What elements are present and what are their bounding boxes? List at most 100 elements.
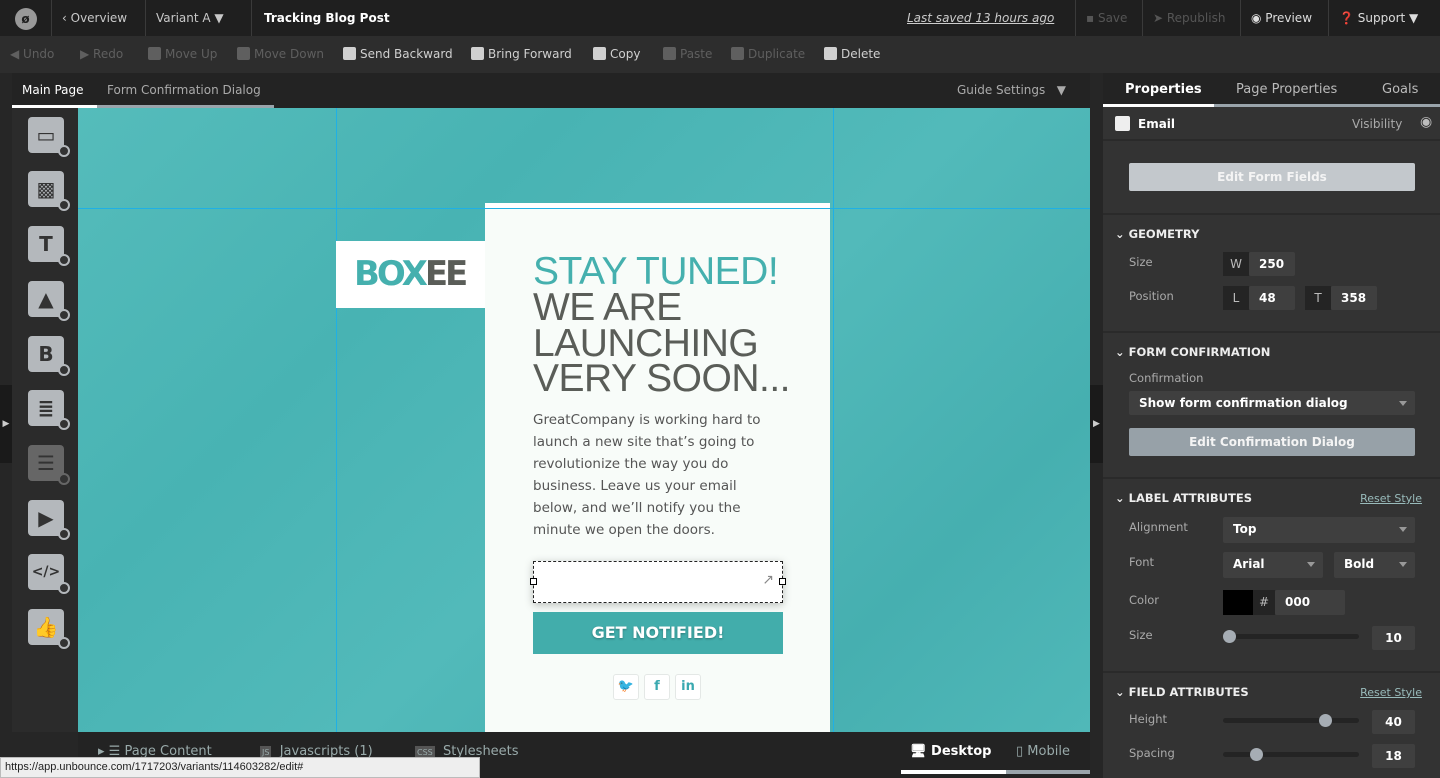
tab-main-page[interactable]: Main Page	[12, 73, 94, 108]
copy-button[interactable]: Copy	[593, 36, 640, 73]
delete-button[interactable]: Delete	[824, 36, 880, 73]
resize-handle[interactable]	[779, 578, 786, 585]
headline-line[interactable]: VERY SOON...	[533, 359, 790, 398]
field-spacing-slider[interactable]	[1223, 748, 1359, 761]
body-text[interactable]: GreatCompany is working hard to launch a…	[533, 409, 783, 541]
slider-knob[interactable]	[1250, 748, 1263, 761]
resize-handle[interactable]	[530, 578, 537, 585]
size-label: Size	[1129, 255, 1153, 269]
slider-knob[interactable]	[1223, 630, 1236, 643]
headline-line[interactable]: WE ARE	[533, 288, 682, 327]
confirmation-select[interactable]: Show form confirmation dialog	[1129, 391, 1415, 415]
field-attributes-header[interactable]: ⌄ FIELD ATTRIBUTES	[1115, 685, 1249, 699]
preview-button[interactable]: ◉ Preview	[1241, 0, 1329, 36]
paste-button[interactable]: Paste	[663, 36, 712, 73]
page-canvas[interactable]: BOXEE STAY TUNED! WE ARE LAUNCHING VERY …	[78, 108, 1090, 732]
duplicate-button[interactable]: Duplicate	[731, 36, 805, 73]
top-input[interactable]: 358	[1331, 286, 1377, 310]
position-label: Position	[1129, 289, 1174, 303]
font-weight-select[interactable]: Bold	[1334, 552, 1415, 578]
undo-button[interactable]: ◀ Undo	[10, 36, 54, 73]
alignment-select[interactable]: Top	[1223, 517, 1415, 543]
field-height-slider[interactable]	[1223, 714, 1359, 727]
overview-link[interactable]: ‹ Overview	[52, 0, 146, 36]
caret-down-icon	[1399, 527, 1407, 536]
republish-button[interactable]: ➤ Republish	[1143, 0, 1241, 36]
color-input[interactable]: 000	[1275, 590, 1345, 615]
width-input[interactable]: 250	[1249, 252, 1295, 276]
tab-page-properties[interactable]: Page Properties	[1236, 73, 1337, 107]
button-tool[interactable]: B	[28, 336, 70, 376]
reset-style-link[interactable]: Reset Style	[1360, 686, 1422, 699]
edit-confirmation-dialog-button[interactable]: Edit Confirmation Dialog	[1129, 428, 1415, 456]
mobile-view-tab[interactable]: ▯ Mobile	[1016, 744, 1070, 759]
left-panel-toggle[interactable]: ▶	[0, 385, 12, 463]
send-backward-button[interactable]: Send Backward	[343, 36, 453, 73]
get-notified-button[interactable]: GET NOTIFIED!	[533, 612, 783, 654]
tab-properties[interactable]: Properties	[1125, 73, 1202, 107]
field-spacing-input[interactable]: 18	[1372, 744, 1415, 768]
form-tool[interactable]: ≣	[28, 390, 70, 430]
redo-button[interactable]: ▶ Redo	[80, 36, 123, 73]
label-attributes-header[interactable]: ⌄ LABEL ATTRIBUTES	[1115, 491, 1252, 505]
label-size-input[interactable]: 10	[1372, 626, 1415, 650]
trash-icon	[824, 47, 837, 60]
desktop-icon: 🖥	[910, 744, 932, 759]
support-dropdown[interactable]: ❓ Support ▼	[1329, 0, 1428, 36]
font-select[interactable]: Arial	[1223, 552, 1323, 578]
field-height-input[interactable]: 40	[1372, 710, 1415, 734]
boxee-logo[interactable]: BOXEE	[336, 241, 485, 308]
unbounce-logo[interactable]: ø	[0, 0, 52, 36]
spacing-label: Spacing	[1129, 746, 1175, 760]
tab-indicator	[1214, 104, 1440, 107]
page-name: Tracking Blog Post	[264, 11, 390, 25]
variant-dropdown[interactable]: Variant A ▼	[146, 0, 252, 36]
twitter-icon[interactable]: 🐦	[613, 674, 639, 700]
bring-forward-button[interactable]: Bring Forward	[471, 36, 572, 73]
slider-knob[interactable]	[1319, 714, 1332, 727]
copy-icon	[593, 47, 606, 60]
edit-form-fields-button[interactable]: Edit Form Fields	[1129, 163, 1415, 191]
tab-goals[interactable]: Goals	[1382, 73, 1418, 107]
alignment-label: Alignment	[1129, 520, 1188, 534]
email-field-selected[interactable]: ↗	[530, 561, 786, 603]
linkedin-icon[interactable]: in	[675, 674, 701, 700]
view-indicator	[1006, 770, 1090, 774]
caret-down-icon	[1399, 562, 1407, 571]
confirmation-label: Confirmation	[1129, 371, 1204, 385]
box-tool[interactable]: ▩	[28, 171, 70, 211]
text-tool[interactable]: T	[28, 226, 70, 266]
form-confirmation-header[interactable]: ⌄ FORM CONFIRMATION	[1115, 345, 1270, 359]
guide-line[interactable]	[78, 208, 1090, 209]
eye-icon[interactable]: ◉	[1420, 114, 1432, 130]
move-down-button[interactable]: Move Down	[237, 36, 324, 73]
tab-form-confirmation-dialog[interactable]: Form Confirmation Dialog	[97, 73, 271, 108]
right-panel-toggle[interactable]: ▶	[1090, 385, 1103, 463]
reset-style-link[interactable]: Reset Style	[1360, 492, 1422, 505]
guide-settings-dropdown[interactable]: Guide Settings ▼	[947, 73, 1076, 108]
last-saved-link[interactable]: Last saved 13 hours ago	[897, 0, 1064, 36]
label-size-slider[interactable]	[1223, 630, 1359, 643]
custom-html-tool[interactable]: ☰	[28, 445, 70, 485]
headline-teal[interactable]: STAY TUNED!	[533, 252, 779, 291]
guide-line[interactable]	[336, 108, 337, 732]
geometry-section: ⌄ GEOMETRY Size W 250 Position L 48 T 35…	[1103, 213, 1440, 331]
color-label: Color	[1129, 593, 1160, 607]
color-swatch[interactable]	[1223, 590, 1253, 615]
size-label: Size	[1129, 628, 1153, 642]
desktop-view-tab[interactable]: 🖥 Desktop	[910, 744, 991, 759]
geometry-header[interactable]: ⌄ GEOMETRY	[1115, 227, 1199, 241]
guide-line[interactable]	[833, 108, 834, 732]
edit-toolbar: ◀ Undo ▶ Redo Move Up Move Down Send Bac…	[0, 36, 1440, 73]
left-input[interactable]: 48	[1249, 286, 1295, 310]
social-tool[interactable]: 👍	[28, 609, 70, 649]
move-up-button[interactable]: Move Up	[148, 36, 217, 73]
caret-down-icon: ▼	[1409, 11, 1419, 25]
facebook-icon[interactable]: f	[644, 674, 670, 700]
save-button[interactable]: ▪ Save	[1075, 0, 1143, 36]
section-tool[interactable]: ▭	[28, 117, 70, 157]
code-tool[interactable]: </>	[28, 554, 70, 594]
caret-down-icon: ▼	[214, 11, 224, 25]
video-tool[interactable]: ▶	[28, 500, 70, 540]
image-tool[interactable]: ▲	[28, 281, 70, 321]
